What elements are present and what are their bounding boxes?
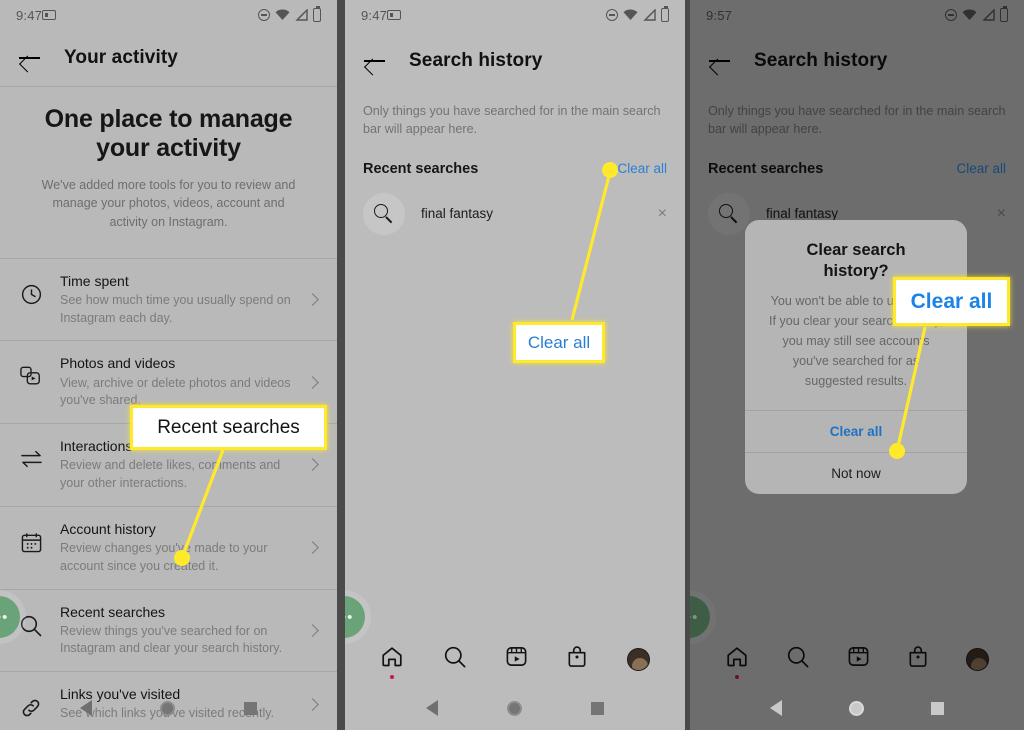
chevron-right-icon (306, 541, 319, 555)
screenshot-stage: 9:47 Your activity One place to manage y… (0, 0, 1024, 730)
app-bar: Search history (345, 30, 685, 92)
chevron-right-icon (306, 458, 319, 472)
camera-icon (42, 10, 57, 20)
dialog-not-now-button[interactable]: Not now (745, 451, 967, 494)
clock-icon (16, 272, 46, 305)
section-title: Recent searches (363, 160, 479, 177)
android-system-nav (0, 686, 337, 730)
system-recents-icon[interactable] (591, 701, 605, 715)
list-item-title: Time spent (60, 272, 129, 289)
interactions-icon (16, 437, 46, 469)
list-item-title: Photos and videos (60, 355, 176, 372)
fab-label: ••• (0, 608, 9, 626)
page-title: Search history (409, 50, 543, 71)
list-item-title: Recent searches (60, 603, 166, 620)
dialog-title: Clear search history? (806, 241, 906, 281)
status-bar: 9:47 (345, 0, 685, 30)
hero-title: One place to manage your activity (44, 105, 293, 163)
phone-panel-your-activity: 9:47 Your activity One place to manage y… (0, 0, 337, 730)
dialog-clear-all-button[interactable]: Clear all (745, 409, 967, 452)
page-title: Your activity (64, 47, 178, 68)
instagram-bottom-nav (345, 632, 685, 686)
battery-icon (313, 6, 321, 22)
home-icon[interactable] (380, 645, 404, 679)
android-system-nav (690, 686, 1024, 730)
list-item-desc: Review and delete likes, comments and yo… (60, 458, 281, 491)
list-item-account-history[interactable]: Account history Review changes you've ma… (0, 505, 337, 589)
app-bar: Your activity (0, 30, 337, 86)
shop-icon[interactable] (566, 645, 588, 673)
list-item-desc: Review changes you've made to your accou… (60, 541, 268, 573)
callout-clear-all-dialog: Clear all (893, 277, 1010, 326)
status-bar: 9:47 (0, 0, 337, 30)
callout-text: Clear all (527, 332, 591, 352)
system-home-icon[interactable] (848, 700, 864, 716)
phone-panel-clear-dialog: 9:57 Search history Only things you have… (690, 0, 1024, 730)
system-recents-icon[interactable] (243, 701, 257, 715)
signal-icon (643, 9, 656, 21)
callout-recent-searches: Recent searches (130, 405, 327, 450)
system-back-icon[interactable] (80, 700, 93, 716)
status-time: 9:47 (16, 7, 43, 23)
status-time: 9:47 (361, 7, 388, 23)
do-not-disturb-icon (258, 9, 270, 21)
wifi-icon (623, 9, 638, 20)
calendar-icon (16, 520, 46, 553)
system-home-icon[interactable] (160, 700, 176, 716)
photos-videos-icon (16, 354, 46, 387)
profile-avatar[interactable] (626, 647, 650, 671)
back-icon[interactable] (18, 46, 42, 70)
callout-text: Recent searches (157, 416, 300, 438)
chevron-right-icon (306, 375, 319, 389)
search-icon (363, 192, 405, 235)
clear-search-history-dialog: Clear search history? You won't be able … (745, 220, 967, 494)
recent-searches-header: Recent searches Clear all (345, 139, 685, 185)
list-item-time-spent[interactable]: Time spent See how much time you usually… (0, 257, 337, 341)
android-system-nav (345, 686, 685, 730)
system-back-icon[interactable] (769, 700, 782, 716)
search-history-note: Only things you have searched for in the… (363, 104, 661, 137)
fab-label: ••• (345, 608, 354, 626)
clear-all-button[interactable]: Clear all (617, 161, 667, 176)
chevron-right-icon (306, 623, 319, 637)
do-not-disturb-icon (606, 9, 618, 21)
camera-icon (387, 10, 402, 20)
system-back-icon[interactable] (425, 700, 438, 716)
list-item-recent-searches[interactable]: Recent searches Review things you've sea… (0, 588, 337, 672)
back-icon[interactable] (363, 49, 387, 73)
list-item-desc: Review things you've searched for on Ins… (60, 623, 283, 656)
search-term: final fantasy (421, 206, 494, 221)
list-item-title: Account history (60, 520, 156, 537)
search-history-item[interactable]: final fantasy × (345, 185, 685, 243)
system-home-icon[interactable] (506, 700, 522, 716)
search-icon[interactable] (443, 645, 467, 674)
hero-section: One place to manage your activity We've … (0, 87, 337, 258)
home-notification-dot (390, 674, 395, 679)
hero-subtitle: We've added more tools for you to review… (41, 177, 296, 230)
callout-clear-all-list: Clear all (513, 322, 605, 363)
system-recents-icon[interactable] (931, 701, 945, 715)
battery-icon (661, 6, 669, 22)
reels-icon[interactable] (505, 645, 528, 673)
callout-text: Clear all (910, 289, 993, 313)
phone-panel-search-history: 9:47 Search history Only things you have… (345, 0, 685, 730)
signal-icon (295, 9, 308, 21)
search-icon (16, 603, 46, 637)
chevron-right-icon (306, 293, 319, 306)
wifi-icon (275, 9, 290, 20)
list-item-desc: See how much time you usually spend on I… (60, 292, 291, 325)
remove-search-icon[interactable]: × (658, 205, 667, 222)
